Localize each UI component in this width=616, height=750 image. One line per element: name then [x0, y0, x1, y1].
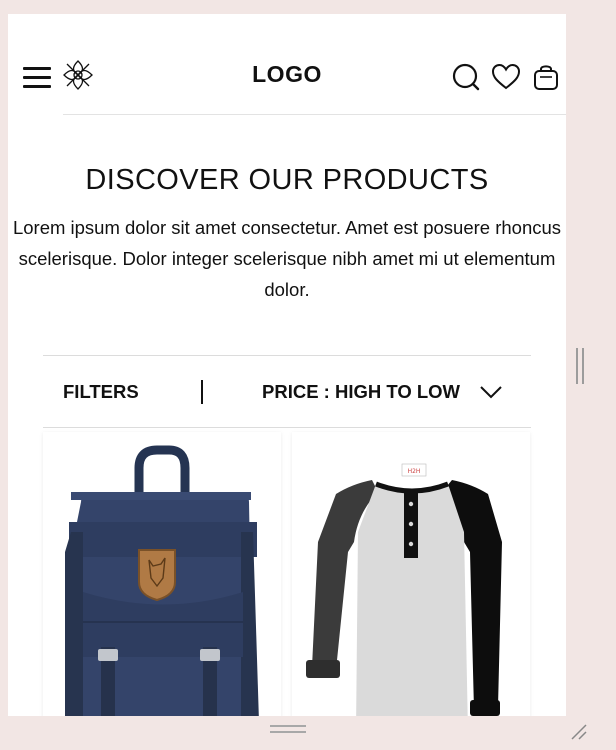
- shirt-image: H2H: [306, 463, 502, 716]
- page-frame: LOGO DISCOVER OUR PRODUCTS Lorem ipsum d…: [8, 14, 566, 716]
- heart-icon[interactable]: [491, 62, 521, 92]
- header-divider: [63, 114, 566, 115]
- resize-grip-icon[interactable]: [570, 723, 590, 741]
- toolbar-separator: [201, 380, 203, 404]
- chevron-down-icon[interactable]: [479, 385, 503, 399]
- site-header: LOGO: [8, 14, 566, 114]
- page-title: DISCOVER OUR PRODUCTS: [85, 164, 489, 196]
- toolbar-top-divider: [43, 355, 531, 356]
- shopping-bag-icon[interactable]: [531, 62, 561, 92]
- product-card[interactable]: [43, 432, 281, 716]
- toolbar-bottom-divider: [43, 427, 531, 428]
- filters-button[interactable]: FILTERS: [63, 381, 139, 403]
- side-resize-handle[interactable]: [576, 348, 585, 384]
- sort-dropdown[interactable]: PRICE : HIGH TO LOW: [262, 381, 460, 403]
- product-card[interactable]: H2H: [292, 432, 530, 716]
- hero-description: Lorem ipsum dolor sit amet consectetur. …: [12, 217, 562, 300]
- bottom-resize-handle[interactable]: [270, 725, 306, 735]
- search-icon[interactable]: [451, 62, 481, 92]
- site-logo[interactable]: LOGO: [8, 61, 566, 88]
- backpack-image: [65, 445, 259, 716]
- svg-text:H2H: H2H: [408, 468, 421, 475]
